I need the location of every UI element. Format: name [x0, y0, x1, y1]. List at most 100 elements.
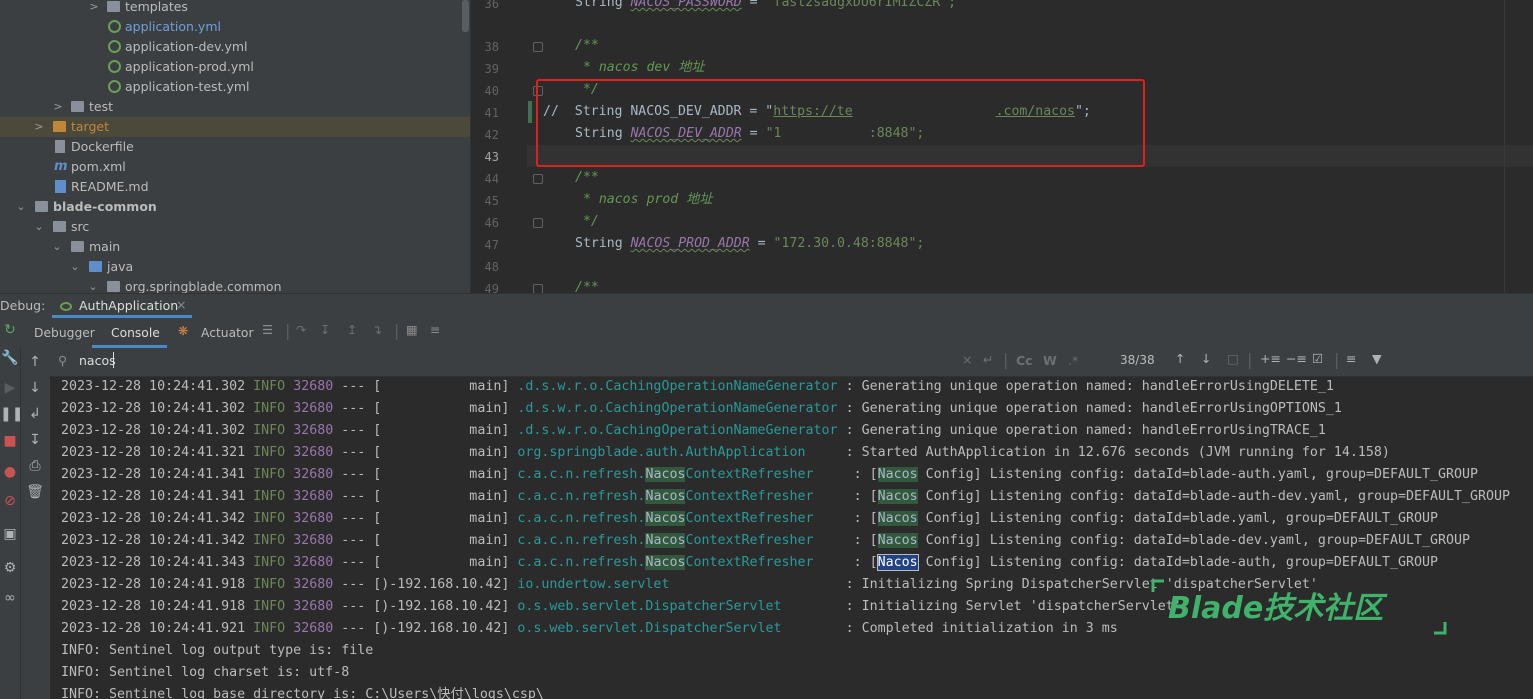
- tree-scrollbar[interactable]: [462, 0, 469, 32]
- tab-actuator[interactable]: Actuator: [201, 326, 254, 340]
- log-pid: 32680: [293, 533, 334, 548]
- tree-item-pom-xml[interactable]: m pom.xml: [0, 157, 470, 177]
- regex-toggle[interactable]: .*: [1068, 353, 1078, 368]
- mute-breakpoints-icon[interactable]: ⊘: [0, 493, 20, 509]
- settings-wrench-icon[interactable]: 🔧: [0, 350, 20, 366]
- markdown-file-icon: [55, 180, 66, 193]
- tree-item-blade-common[interactable]: ⌄ blade-common: [0, 197, 470, 217]
- console-output[interactable]: 2023-12-28 10:24:41.302 INFO 32680 --- […: [50, 377, 1533, 699]
- vcs-change-marker[interactable]: [528, 101, 532, 123]
- soft-wrap-icon[interactable]: ↲: [25, 406, 45, 422]
- step-into-icon[interactable]: ↧: [320, 323, 330, 337]
- log-pid: 32680: [293, 423, 334, 438]
- clear-search-icon[interactable]: ×: [962, 352, 972, 367]
- trash-icon[interactable]: 🗑: [25, 484, 45, 500]
- tree-item-application-prod-yml[interactable]: application-prod.yml: [0, 57, 470, 77]
- chevron-right-icon[interactable]: >: [52, 97, 64, 117]
- arrow-down-icon[interactable]: ↓: [25, 380, 45, 396]
- chevron-right-icon[interactable]: >: [88, 0, 100, 17]
- new-line-icon[interactable]: ↵: [983, 352, 993, 367]
- actuator-icon: ❋: [178, 324, 189, 338]
- chevron-right-icon[interactable]: >: [33, 117, 45, 137]
- whole-word-toggle[interactable]: W: [1043, 353, 1057, 368]
- log-logger: c.a.c.n.refresh.: [517, 489, 646, 504]
- tab-console[interactable]: Console: [111, 326, 160, 340]
- step-out-icon[interactable]: ↥: [347, 323, 357, 337]
- tree-item-application-yml[interactable]: application.yml: [0, 17, 470, 37]
- tree-item-templates[interactable]: > templates: [0, 0, 470, 17]
- chevron-down-icon[interactable]: ⌄: [33, 217, 45, 237]
- chevron-down-icon[interactable]: ⌄: [87, 277, 99, 293]
- next-match-icon[interactable]: ↓: [1201, 351, 1211, 366]
- log-logger: o.s.web.servlet.DispatcherServlet: [517, 621, 838, 636]
- log-message: Config] Listening config: dataId=blade-d…: [917, 533, 1471, 548]
- stop-icon[interactable]: ■: [0, 433, 20, 449]
- chevron-down-icon[interactable]: ⌄: [15, 197, 27, 217]
- close-icon[interactable]: ×: [176, 297, 186, 312]
- log-thread: --- [ main]: [333, 533, 518, 548]
- log-line: 2023-12-28 10:24:41.343 INFO 32680 --- […: [61, 552, 1438, 574]
- log-logger: .d.s.w.r.o.CachingOperationNameGenerator: [517, 423, 838, 438]
- tab-debugger[interactable]: Debugger: [34, 326, 95, 340]
- print-icon[interactable]: ⎙: [25, 458, 45, 474]
- filter-icon[interactable]: ▼: [1372, 351, 1382, 366]
- tree-item-main[interactable]: ⌄ main: [0, 237, 470, 257]
- resume-icon[interactable]: ▶: [0, 380, 20, 396]
- tree-item-application-dev-yml[interactable]: application-dev.yml: [0, 37, 470, 57]
- tree-item-readme[interactable]: README.md: [0, 177, 470, 197]
- search-icon[interactable]: ⚲: [58, 353, 67, 368]
- log-timestamp: 2023-12-28 10:24:41.343: [61, 555, 254, 570]
- view-breakpoints-icon[interactable]: ●: [0, 464, 20, 480]
- scroll-to-end-icon[interactable]: ↧: [25, 432, 45, 448]
- search-match: Nacos: [645, 555, 686, 570]
- fold-icon[interactable]: [533, 174, 543, 184]
- filter-lines-icon[interactable]: ≡: [1346, 351, 1356, 366]
- chevron-down-icon[interactable]: ⌄: [51, 237, 63, 257]
- code-token: =: [741, 0, 766, 10]
- run-config-tab[interactable]: AuthApplication: [79, 298, 178, 313]
- trace-icon[interactable]: ≡: [430, 323, 440, 337]
- log-message: : Generating unique operation named: han…: [837, 401, 1342, 416]
- search-input[interactable]: nacos: [79, 353, 116, 368]
- gear-icon[interactable]: ⚙: [0, 560, 20, 576]
- chevron-down-icon[interactable]: ⌄: [69, 257, 81, 277]
- log-line: 2023-12-28 10:24:41.342 INFO 32680 --- […: [61, 530, 1470, 552]
- arrow-up-icon[interactable]: ↑: [25, 354, 45, 370]
- tree-item-dockerfile[interactable]: Dockerfile: [0, 137, 470, 157]
- tree-item-label: application.yml: [125, 19, 221, 34]
- add-occurrence-icon[interactable]: +≡: [1260, 351, 1281, 366]
- log-space: [285, 379, 293, 394]
- rerun-icon[interactable]: ↻: [0, 322, 20, 338]
- tree-item-package[interactable]: ⌄ org.springblade.common: [0, 277, 470, 293]
- fold-icon[interactable]: [533, 42, 543, 52]
- log-space: [285, 467, 293, 482]
- code-line-36: String NACOS_PASSWORD = "fast2sadgxDU6rI…: [575, 0, 956, 14]
- pin-icon[interactable]: ∞: [0, 590, 20, 606]
- match-case-toggle[interactable]: Cc: [1016, 353, 1033, 368]
- tree-item-application-test-yml[interactable]: application-test.yml: [0, 77, 470, 97]
- log-level: INFO: [253, 599, 286, 614]
- fold-icon[interactable]: [533, 284, 543, 293]
- tree-item-label: pom.xml: [71, 159, 126, 174]
- tree-item-target[interactable]: > target: [0, 117, 470, 137]
- line-number: 49: [484, 282, 499, 293]
- camera-icon[interactable]: ▣: [0, 526, 20, 542]
- step-over-icon[interactable]: ↷: [296, 323, 306, 337]
- evaluate-icon[interactable]: ▦: [406, 323, 418, 337]
- toolbar-separator: |: [1334, 350, 1340, 369]
- log-logger: .d.s.w.r.o.CachingOperationNameGenerator: [517, 379, 838, 394]
- select-all-icon[interactable]: □: [1227, 351, 1239, 366]
- tree-item-test[interactable]: > test: [0, 97, 470, 117]
- log-timestamp: 2023-12-28 10:24:41.341: [61, 489, 254, 504]
- menu-icon[interactable]: ☰: [262, 323, 273, 337]
- select-all-occurrences-icon[interactable]: ☑: [1312, 351, 1323, 366]
- log-message: : Generating unique operation named: han…: [837, 423, 1326, 438]
- remove-occurrence-icon[interactable]: −≡: [1286, 351, 1307, 366]
- tree-item-src[interactable]: ⌄ src: [0, 217, 470, 237]
- pause-icon[interactable]: ❚❚: [0, 406, 23, 422]
- fold-icon[interactable]: [533, 218, 543, 228]
- folder-icon: [53, 121, 66, 132]
- run-to-cursor-icon[interactable]: ↴: [372, 323, 382, 337]
- tree-item-java[interactable]: ⌄ java: [0, 257, 470, 277]
- previous-match-icon[interactable]: ↑: [1175, 351, 1185, 366]
